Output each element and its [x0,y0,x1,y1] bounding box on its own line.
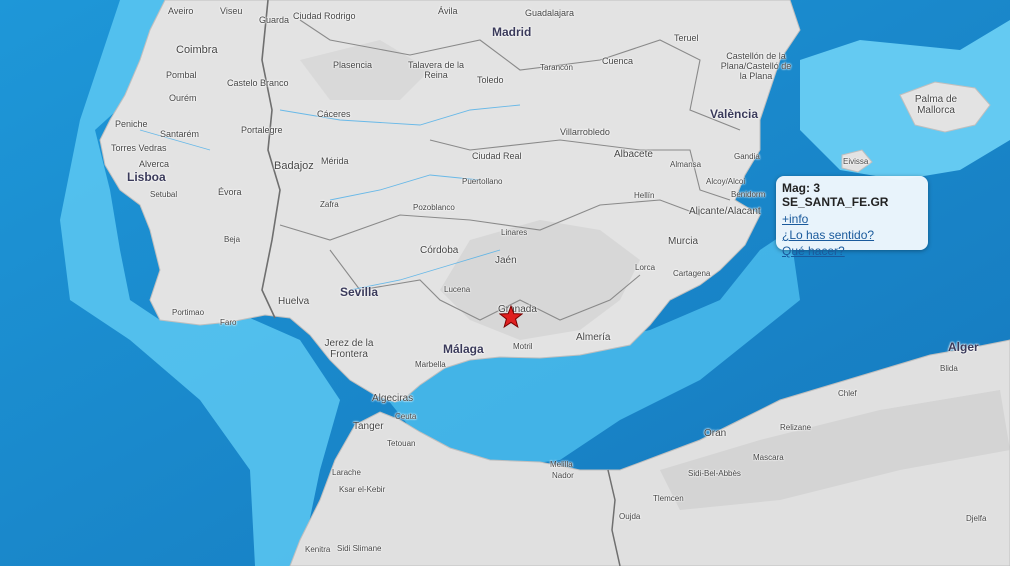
label-lorca: Lorca [635,263,656,272]
label-ourem: Ourém [169,93,197,103]
label-alverca: Alverca [139,159,170,169]
label-castellon: Castellón de la Plana/Castelló de la Pla… [720,51,792,81]
map-base-layer [0,0,1010,566]
label-djelfa: Djelfa [966,514,987,523]
label-villarrobledo: Villarrobledo [560,127,610,137]
label-sevilla: Sevilla [340,285,379,299]
earthquake-epicenter[interactable] [498,304,524,329]
label-madrid: Madrid [492,25,532,39]
label-ksar: Ksar el-Kebir [339,485,386,494]
label-gandia: Gandia [734,152,760,161]
label-tlemcen: Tlemcen [653,494,684,503]
label-lucena: Lucena [444,285,471,294]
earthquake-info-popup: Mag: 3 SE_SANTA_FE.GR +info ¿Lo has sent… [776,176,928,258]
label-teruel: Teruel [674,33,699,43]
label-faro: Faro [220,318,237,327]
label-avila: Ávila [438,6,458,16]
label-jaen: Jaén [495,255,517,266]
label-almeria: Almería [576,332,611,343]
label-puertollano: Puertollano [462,177,503,186]
label-zafra: Zafra [320,200,339,209]
label-oran: Oran [704,428,727,439]
label-portimao: Portimao [172,308,205,317]
label-tetouan: Tetouan [387,439,416,448]
label-hellin: Hellín [634,191,655,200]
label-almansa: Almansa [670,160,702,169]
label-tarancon: Tarancón [540,63,573,72]
more-info-link[interactable]: +info [782,212,922,226]
label-oujda: Oujda [619,512,641,521]
label-nador: Nador [552,471,574,480]
label-tanger: Tanger [353,421,384,432]
label-peniche: Peniche [115,119,148,129]
label-pombal: Pombal [166,70,197,80]
label-beja: Beja [224,235,241,244]
label-mascara: Mascara [753,453,784,462]
label-relizane: Relizane [780,423,812,432]
label-motril: Motril [513,342,533,351]
label-lisboa: Lisboa [127,170,166,184]
label-malaga: Málaga [443,342,484,356]
label-evora: Évora [218,187,242,197]
label-pozoblanco: Pozoblanco [413,203,455,212]
label-sidi-bel-abbes: Sidi-Bel-Abbès [688,469,741,478]
label-alcoy: Alcoy/Alcoi [706,177,746,186]
label-guadalajara: Guadalajara [525,8,575,18]
label-kenitra: Kenitra [305,545,331,554]
star-icon [498,304,524,329]
label-valencia: València [710,107,759,121]
label-murcia: Murcia [668,236,699,247]
label-ceuta: Ceuta [395,412,417,421]
label-torres-vedras: Torres Vedras [111,143,167,153]
label-castelo-branco: Castelo Branco [227,78,289,88]
label-cordoba: Córdoba [420,245,459,256]
label-badajoz: Badajoz [274,160,314,172]
label-alger: Alger [948,340,979,354]
label-talavera: Talavera de la Reina [407,60,465,80]
label-blida: Blida [940,364,958,373]
label-viseu: Viseu [220,6,243,16]
label-portalegre: Portalegre [241,125,283,135]
label-chlef: Chlef [838,389,857,398]
label-aveiro: Aveiro [168,6,194,16]
what-to-do-link[interactable]: Qué hacer? [782,244,922,258]
label-sidi-slimane: Sidi Slimane [337,544,382,553]
label-palma: Palma de Mallorca [914,94,958,116]
label-eivissa: Eivissa [843,157,869,166]
label-jerez: Jerez de la Frontera [324,338,374,360]
label-albacete: Albacete [614,149,653,160]
label-merida: Mérida [321,156,349,166]
label-coimbra: Coimbra [176,44,218,56]
felt-it-link[interactable]: ¿Lo has sentido? [782,228,922,242]
label-cuenca: Cuenca [602,56,634,66]
label-melilla: Melilla [550,460,573,469]
label-algeciras: Algeciras [372,393,414,404]
label-toledo: Toledo [477,75,504,85]
label-marbella: Marbella [415,360,446,369]
label-cartagena: Cartagena [673,269,711,278]
label-setubal: Setubal [150,190,178,199]
label-plasencia: Plasencia [333,60,373,70]
label-benidorm: Benidorm [731,190,766,199]
label-huelva: Huelva [278,296,310,307]
label-alicante: Alicante/Alacant [689,206,761,217]
label-ciudad-real: Ciudad Real [472,151,522,161]
label-ciudad-rodrigo: Ciudad Rodrigo [293,11,356,21]
map-view[interactable]: Madrid València Lisboa Sevilla Málaga Al… [0,0,1010,566]
label-santarem: Santarém [160,129,200,139]
magnitude-title: Mag: 3 SE_SANTA_FE.GR [782,181,889,209]
label-larache: Larache [332,468,361,477]
label-linares: Linares [501,228,528,237]
label-caceres: Cáceres [317,109,351,119]
label-guarda: Guarda [259,15,290,25]
